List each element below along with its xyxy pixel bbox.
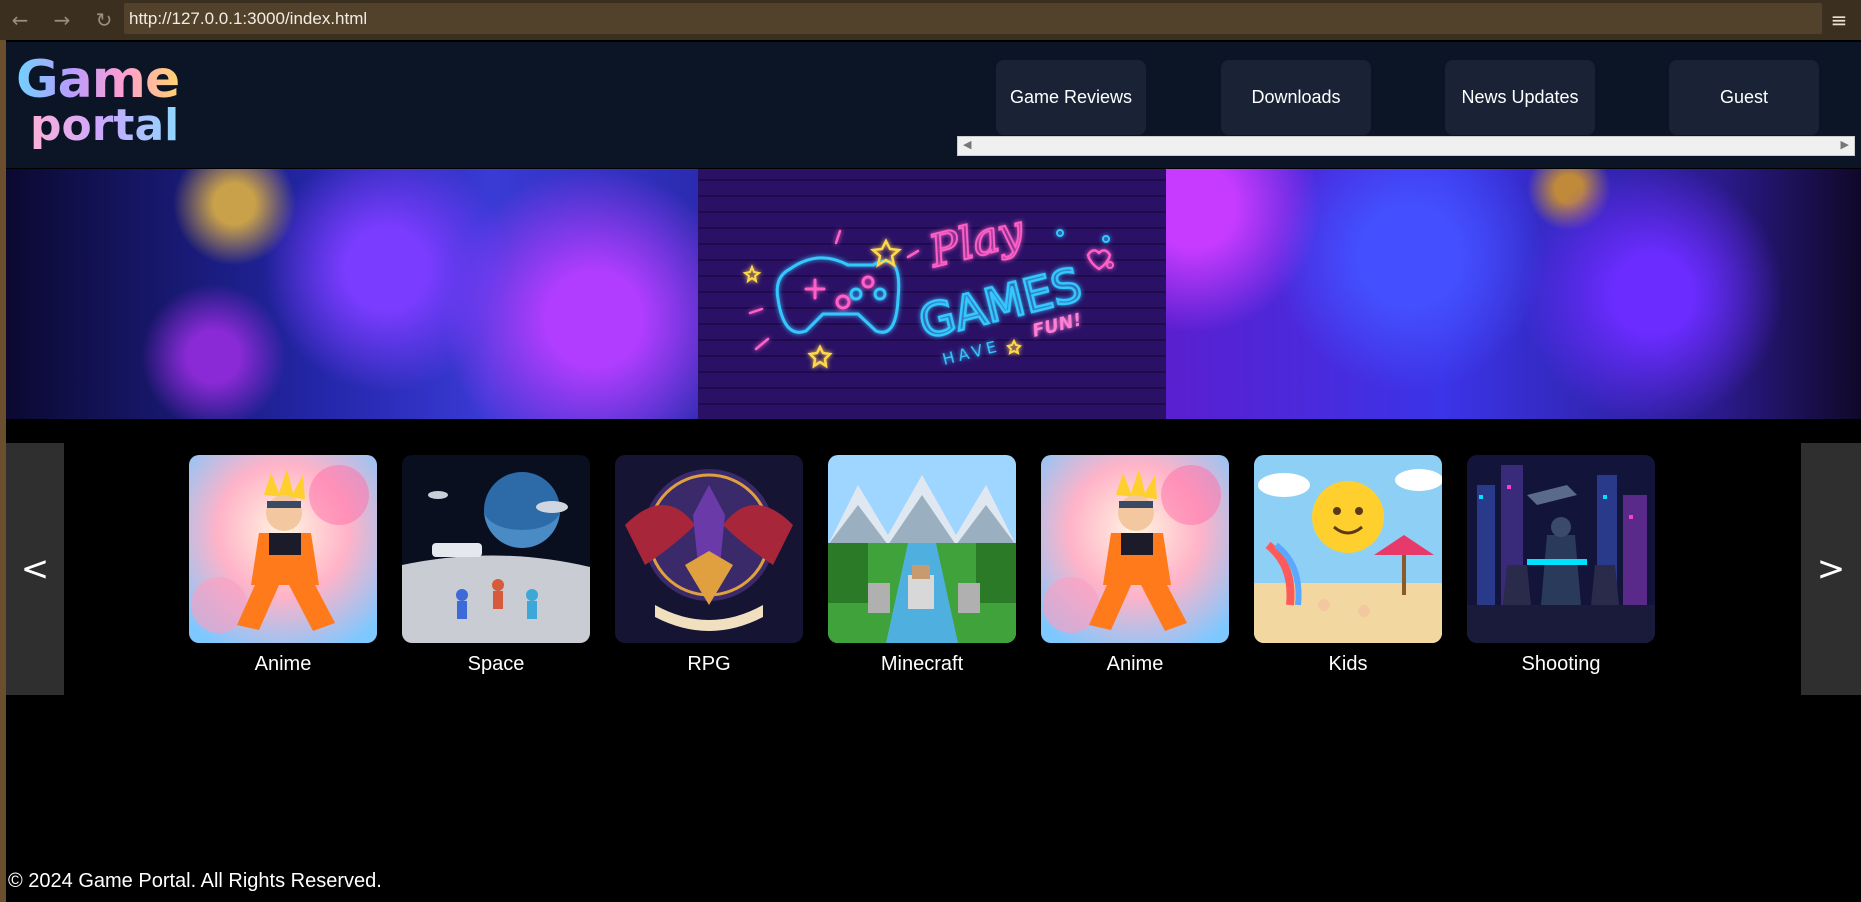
- category-card[interactable]: Minecraft: [828, 455, 1016, 676]
- nav-guest-button[interactable]: Guest: [1669, 60, 1819, 135]
- neon-gamepad-illustration: Play GAMES HAVE FUN!: [742, 204, 1114, 369]
- address-bar[interactable]: http://127.0.0.1:3000/index.html: [124, 3, 1822, 34]
- category-card[interactable]: Anime: [189, 455, 377, 676]
- space-thumbnail[interactable]: [402, 455, 590, 643]
- category-carousel: < Anime Space RPG Minecraft Anime Kids S…: [6, 443, 1861, 695]
- nav-downloads-button[interactable]: Downloads: [1221, 60, 1371, 135]
- browser-toolbar: ← → ↻ http://127.0.0.1:3000/index.html ≡: [0, 0, 1861, 40]
- footer-copyright: © 2024 Game Portal. All Rights Reserved.: [8, 870, 382, 892]
- category-card[interactable]: RPG: [615, 455, 803, 676]
- game-portal-logo[interactable]: Game portal: [16, 52, 180, 150]
- rpg-thumbnail[interactable]: [615, 455, 803, 643]
- banner-blur-left: [6, 169, 698, 419]
- category-card[interactable]: Kids: [1254, 455, 1442, 676]
- anime-thumbnail[interactable]: [1041, 455, 1229, 643]
- minecraft-thumbnail[interactable]: [828, 455, 1016, 643]
- card-label: RPG: [687, 653, 731, 675]
- neon-play-text: Play: [923, 205, 1029, 278]
- banner-blur-right: [1166, 169, 1861, 419]
- shooting-thumbnail[interactable]: [1467, 455, 1655, 643]
- card-label: Kids: [1328, 653, 1368, 675]
- hero-banner: Play GAMES HAVE FUN!: [6, 169, 1861, 419]
- card-label: Shooting: [1521, 653, 1601, 675]
- carousel-next-button[interactable]: >: [1801, 443, 1861, 695]
- back-icon[interactable]: ←: [6, 6, 34, 34]
- category-card[interactable]: Anime: [1041, 455, 1229, 676]
- menu-icon[interactable]: ≡: [1825, 6, 1853, 34]
- nav-game-reviews-button[interactable]: Game Reviews: [996, 60, 1146, 135]
- forward-icon[interactable]: →: [48, 6, 76, 34]
- anime-thumbnail[interactable]: [189, 455, 377, 643]
- scroll-right-icon[interactable]: ▶: [1841, 138, 1849, 151]
- banner-play-games-image: Play GAMES HAVE FUN!: [698, 169, 1166, 419]
- card-label: Anime: [254, 653, 312, 675]
- reload-icon[interactable]: ↻: [90, 6, 118, 34]
- card-label: Minecraft: [880, 653, 964, 675]
- scroll-left-icon[interactable]: ◀: [963, 138, 971, 151]
- nav-news-updates-button[interactable]: News Updates: [1445, 60, 1595, 135]
- card-label: Anime: [1106, 653, 1164, 675]
- card-label: Space: [467, 653, 525, 675]
- logo-text-portal: portal: [30, 100, 180, 151]
- category-card[interactable]: Space: [402, 455, 590, 676]
- category-card[interactable]: Shooting: [1467, 455, 1655, 676]
- site-header: Game portal Game Reviews Downloads News …: [6, 42, 1861, 168]
- nav-horizontal-scrollbar[interactable]: ◀ ▶: [957, 136, 1855, 156]
- kids-thumbnail[interactable]: [1254, 455, 1442, 643]
- carousel-prev-button[interactable]: <: [6, 443, 64, 695]
